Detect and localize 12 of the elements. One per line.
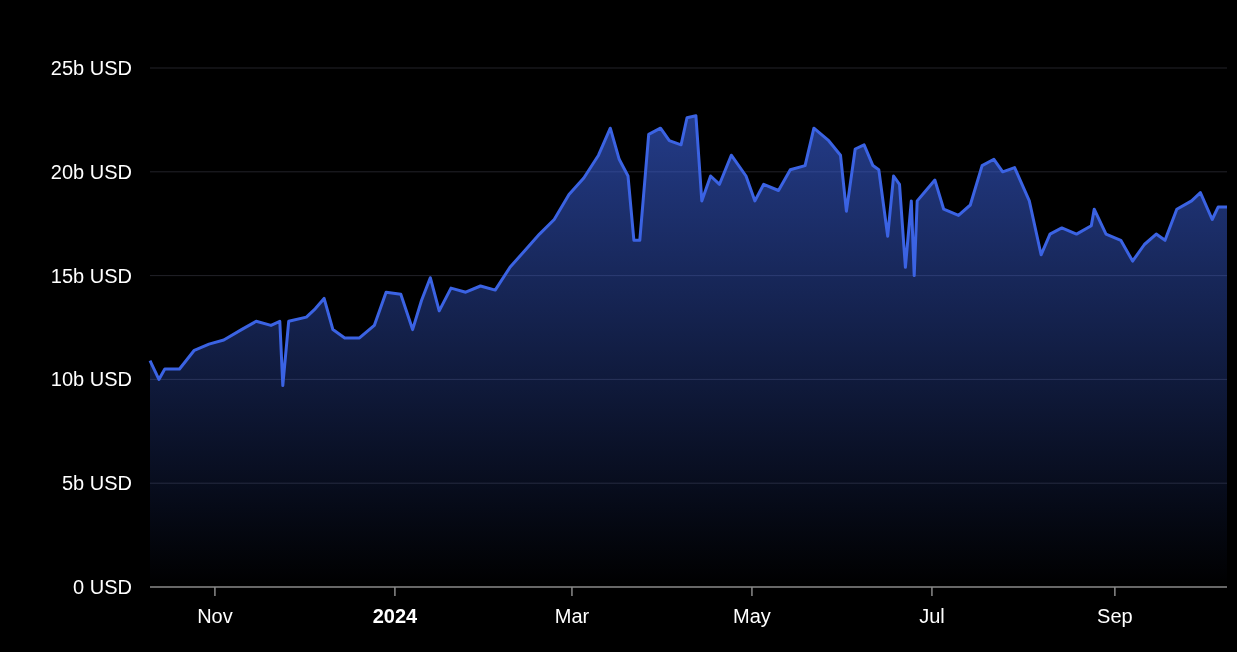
y-axis-label: 0 USD — [73, 576, 132, 598]
x-axis-label: 2024 — [372, 605, 418, 627]
y-axis-label: 15b USD — [50, 264, 132, 287]
x-axis-label: Jul — [919, 605, 945, 627]
y-axis-label: 20b USD — [50, 160, 132, 183]
y-axis-label: 25b USD — [50, 57, 132, 79]
x-axis-label: Mar — [554, 605, 590, 627]
x-axis-label: Sep — [1097, 605, 1133, 627]
x-axis-label: May — [733, 605, 771, 627]
y-axis-label: 10b USD — [50, 368, 132, 391]
y-axis-label: 5b USD — [61, 472, 132, 495]
x-axis-label: Nov — [197, 605, 233, 627]
